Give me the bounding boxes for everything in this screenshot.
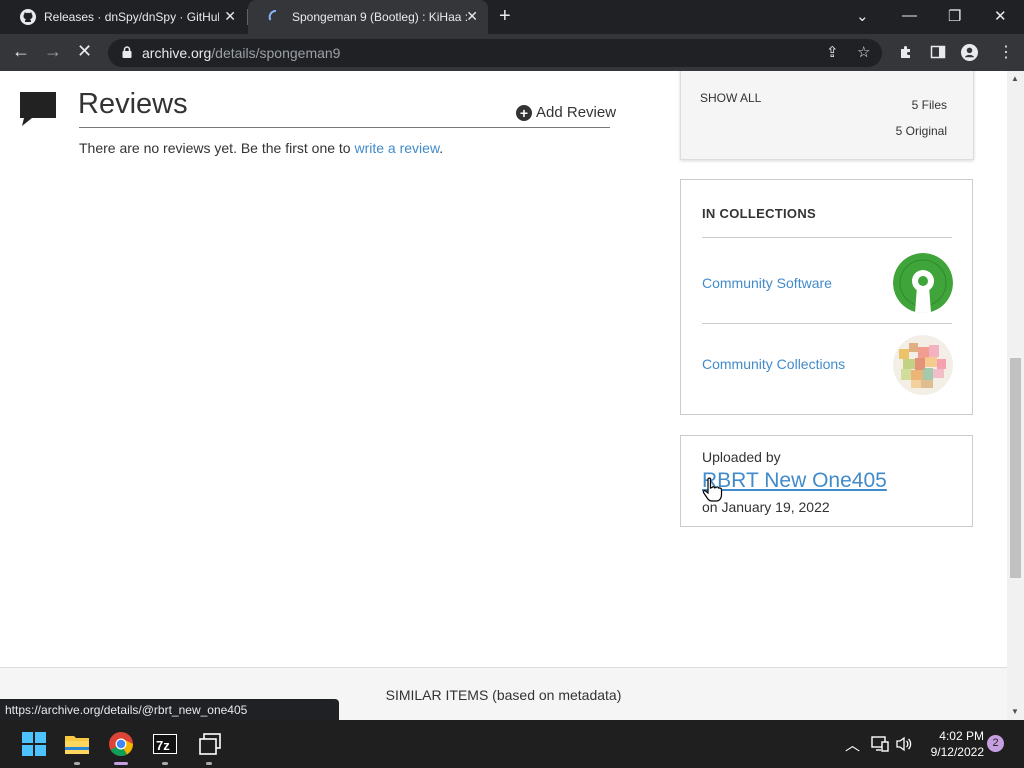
clock-date[interactable]: 9/12/2022 [924, 745, 984, 759]
scroll-up-arrow-icon[interactable]: ▲ [1011, 74, 1019, 83]
close-tab-icon[interactable]: ✕ [224, 8, 236, 25]
add-review-button[interactable]: + Add Review [516, 104, 616, 121]
uploaded-by-label: Uploaded by [702, 449, 781, 465]
chevron-up-icon[interactable]: ︿ [845, 734, 860, 755]
minimize-icon[interactable]: — [902, 7, 917, 24]
mosaic-collection-icon[interactable] [893, 335, 953, 395]
share-icon[interactable]: ⇪ [826, 43, 839, 61]
lock-icon [122, 46, 132, 58]
link-status-bubble: https://archive.org/details/@rbrt_new_on… [0, 699, 339, 720]
reviews-divider [79, 127, 610, 128]
no-reviews-message: There are no reviews yet. Be the first o… [79, 140, 443, 156]
page-content: Reviews + Add Review There are no review… [0, 71, 1007, 720]
stop-loading-icon[interactable]: ✕ [77, 41, 92, 62]
url-path: /details/spongeman9 [211, 45, 341, 61]
windows-start-icon[interactable] [20, 730, 48, 758]
windows-taskbar: 7z ︿ 4:02 PM 9/12/2022 2 [0, 720, 1024, 768]
url-text: archive.org/details/spongeman9 [142, 45, 340, 61]
profile-avatar-icon[interactable] [961, 44, 978, 61]
loading-spinner-icon [268, 10, 277, 21]
reviews-heading: Reviews [78, 88, 188, 120]
files-summary-card: SHOW ALL 5 Files 5 Original [680, 71, 974, 160]
back-arrow-icon[interactable]: ← [12, 41, 30, 62]
screen: Releases · dnSpy/dnSpy · GitHub ✕ Sponge… [0, 0, 1024, 768]
restore-icon[interactable]: ❐ [948, 7, 961, 25]
tab-search-chevron-icon[interactable]: ⌄ [856, 7, 869, 25]
collection-link-community-software[interactable]: Community Software [702, 275, 832, 291]
task-view-icon[interactable] [196, 730, 224, 758]
original-count: 5 Original [895, 124, 947, 138]
file-explorer-icon[interactable] [63, 730, 91, 758]
collection-link-community-collections[interactable]: Community Collections [702, 356, 845, 372]
plus-circle-icon: + [516, 104, 532, 121]
collections-divider [702, 323, 952, 324]
period: . [439, 140, 444, 156]
collections-card: IN COLLECTIONS Community Software Commun… [680, 179, 973, 415]
address-bar[interactable]: archive.org/details/spongeman9 ⇪ ☆ [108, 39, 882, 67]
tab-spongeman9[interactable]: Spongeman 9 (Bootleg) : KiHaa : ✕ [248, 0, 488, 34]
side-panel-icon[interactable] [930, 44, 946, 60]
bookmark-star-icon[interactable]: ☆ [857, 43, 870, 61]
network-icon[interactable] [871, 736, 889, 752]
open-source-keyhole-icon[interactable] [893, 253, 953, 313]
chrome-icon[interactable] [107, 730, 135, 758]
taskbar-indicator [162, 762, 168, 765]
no-reviews-text: There are no reviews yet. Be the first o… [79, 140, 355, 156]
github-icon [20, 9, 36, 25]
write-review-link[interactable]: write a review [354, 140, 439, 156]
volume-icon[interactable] [896, 736, 914, 752]
taskbar-indicator [206, 762, 212, 765]
svg-text:7z: 7z [156, 738, 170, 753]
taskbar-indicator-active [114, 762, 128, 765]
7zip-icon[interactable]: 7z [151, 730, 179, 758]
speech-bubble-icon [20, 92, 56, 126]
page-scrollbar[interactable]: ▲ ▼ [1007, 71, 1024, 720]
more-menu-icon[interactable]: ⋮ [998, 42, 1014, 62]
hand-cursor-icon [702, 477, 723, 502]
new-tab-button[interactable]: + [499, 5, 511, 28]
browser-titlebar: Releases · dnSpy/dnSpy · GitHub ✕ Sponge… [0, 0, 1024, 34]
tab-title: Spongeman 9 (Bootleg) : KiHaa : [292, 10, 467, 24]
collections-heading: IN COLLECTIONS [702, 206, 816, 221]
taskbar-indicator [74, 762, 80, 765]
browser-toolbar: ← → ✕ archive.org/details/spongeman9 ⇪ ☆… [0, 34, 1024, 71]
url-domain: archive.org [142, 45, 212, 61]
extensions-puzzle-icon[interactable] [898, 44, 914, 60]
uploader-link[interactable]: RBRT New One405 [702, 469, 887, 493]
add-review-label: Add Review [536, 104, 617, 121]
scrollbar-thumb[interactable] [1010, 358, 1021, 578]
clock-time[interactable]: 4:02 PM [924, 729, 984, 743]
scroll-down-arrow-icon[interactable]: ▼ [1011, 707, 1019, 716]
window-close-icon[interactable]: ✕ [994, 7, 1007, 25]
notification-badge[interactable]: 2 [987, 735, 1004, 752]
files-count: 5 Files [911, 98, 947, 112]
tab-github-releases[interactable]: Releases · dnSpy/dnSpy · GitHub ✕ [0, 0, 246, 34]
collections-divider [702, 237, 952, 238]
show-all-link[interactable]: SHOW ALL [700, 91, 761, 105]
forward-arrow-icon[interactable]: → [44, 41, 62, 62]
tab-title: Releases · dnSpy/dnSpy · GitHub [44, 10, 219, 24]
close-tab-icon[interactable]: ✕ [466, 8, 478, 25]
